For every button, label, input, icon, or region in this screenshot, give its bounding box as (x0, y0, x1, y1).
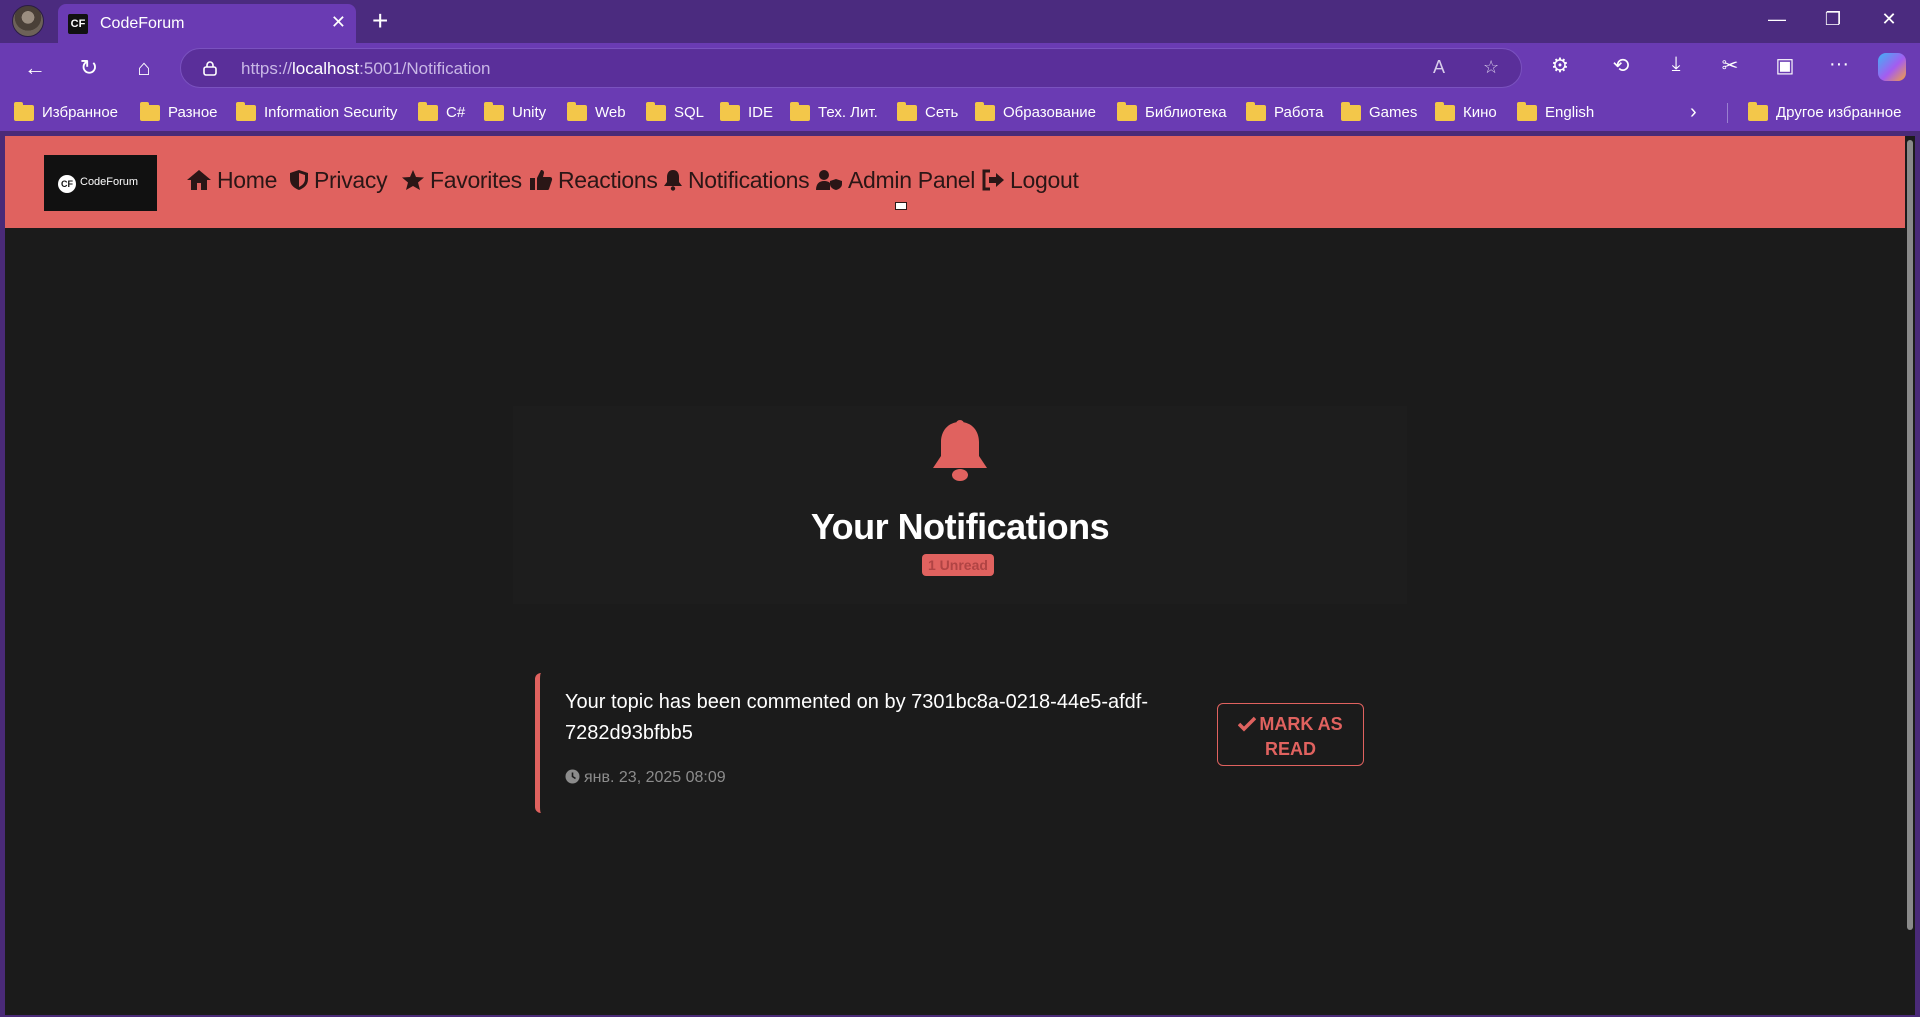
folder-icon (1341, 102, 1361, 121)
more-menu-icon[interactable]: ··· (1824, 53, 1854, 76)
folder-icon (1517, 102, 1537, 121)
refresh-icon[interactable]: ↻ (73, 53, 105, 83)
nav-reactions[interactable]: Reactions (529, 163, 658, 197)
minimize-icon[interactable]: — (1762, 9, 1792, 30)
folder-icon (418, 102, 438, 121)
bookmark-folder[interactable]: Кино (1435, 102, 1497, 123)
check-icon (1238, 716, 1257, 732)
folder-icon (897, 102, 917, 121)
copilot-icon[interactable] (1878, 53, 1906, 81)
tab-title: CodeForum (100, 15, 185, 32)
nav-logout[interactable]: Logout (981, 163, 1079, 197)
folder-icon (484, 102, 504, 121)
other-bookmarks-folder[interactable]: Другое избранное (1748, 102, 1901, 123)
mark-as-read-button[interactable]: MARK AS READ (1217, 703, 1364, 766)
nav-home[interactable]: Home (186, 163, 277, 197)
bookmark-folder[interactable]: Разное (140, 102, 218, 123)
bell-icon (933, 420, 987, 481)
nav-notifications[interactable]: Notifications (663, 163, 810, 197)
site-logo[interactable]: CF CodeForum (44, 155, 157, 211)
bookmark-folder[interactable]: Избранное (14, 102, 118, 123)
nav-privacy[interactable]: Privacy (289, 163, 388, 197)
nav-favorites[interactable]: Favorites (401, 163, 522, 197)
shield-icon (290, 170, 308, 190)
page-scrollbar[interactable] (1905, 136, 1915, 1015)
folder-icon (236, 102, 256, 121)
bookmark-folder[interactable]: Работа (1246, 102, 1324, 123)
mail-icon (895, 202, 907, 210)
favorite-star-icon[interactable]: ☆ (1483, 57, 1499, 78)
folder-icon (567, 102, 587, 121)
notification-item: Your topic has been commented on by 7301… (535, 673, 1365, 813)
url-text: https://localhost:5001/Notification (241, 59, 491, 78)
bookmark-folder[interactable]: C# (418, 102, 465, 123)
bookmark-folder[interactable]: Сеть (897, 102, 958, 123)
clock-icon (565, 769, 580, 784)
browser-tab-strip: CF CodeForum ✕ + — ❐ ✕ (0, 0, 1920, 43)
page-title: Your Notifications (810, 506, 1110, 547)
tab-close-icon[interactable]: ✕ (331, 12, 346, 32)
scrollbar-thumb[interactable] (1907, 140, 1913, 930)
folder-icon (1246, 102, 1266, 121)
bookmark-folder[interactable]: English (1517, 102, 1594, 123)
folder-icon (646, 102, 666, 121)
user-shield-icon (816, 170, 842, 190)
bell-icon (664, 170, 682, 191)
notification-message: Your topic has been commented on by 7301… (565, 691, 1148, 744)
extensions-icon[interactable]: ⚙ (1545, 53, 1575, 78)
chevron-right-icon[interactable]: › (1690, 101, 1697, 124)
back-icon[interactable]: ← (19, 53, 51, 83)
bookmark-folder[interactable]: Web (567, 102, 626, 123)
history-icon[interactable]: ⟲ (1606, 53, 1636, 78)
profile-avatar[interactable] (12, 5, 44, 37)
site-header: CF CodeForum Home Privacy Favorites Reac… (5, 136, 1905, 228)
downloads-icon[interactable]: ⤓ (1661, 53, 1691, 76)
bookmark-folder[interactable]: SQL (646, 102, 704, 123)
browser-tab[interactable]: CF CodeForum ✕ (58, 4, 356, 43)
bookmarks-divider (1727, 103, 1728, 123)
home-icon[interactable]: ⌂ (128, 53, 160, 83)
logo-text: CodeForum (80, 176, 139, 188)
logo-mark: CF (58, 175, 76, 193)
address-bar[interactable]: https://localhost:5001/Notification A ☆ (180, 48, 1522, 88)
bookmark-folder[interactable]: Библиотека (1117, 102, 1227, 123)
read-aloud-icon[interactable]: A (1433, 57, 1445, 78)
screenshot-icon[interactable]: ✂ (1715, 53, 1745, 78)
bookmark-folder[interactable]: Information Security (236, 102, 397, 123)
notifications-header: Your Notifications 1 Unread (513, 406, 1407, 604)
tab-favicon-icon: CF (68, 14, 88, 34)
folder-icon (1748, 102, 1768, 121)
bookmark-folder[interactable]: Тех. Лит. (790, 102, 878, 123)
folder-icon (975, 102, 995, 121)
page-viewport: CF CodeForum Home Privacy Favorites Reac… (5, 136, 1915, 1015)
folder-icon (720, 102, 740, 121)
home-icon (187, 170, 211, 190)
browser-toolbar: ← ↻ ⌂ https://localhost:5001/Notificatio… (0, 43, 1920, 93)
folder-icon (140, 102, 160, 121)
folder-icon (14, 102, 34, 121)
bookmark-folder[interactable]: IDE (720, 102, 773, 123)
star-icon (402, 170, 424, 190)
bookmark-folder[interactable]: Games (1341, 102, 1417, 123)
collections-icon[interactable]: ▣ (1770, 53, 1800, 78)
notification-timestamp: янв. 23, 2025 08:09 (565, 769, 726, 787)
lock-icon (203, 61, 217, 76)
folder-icon (1117, 102, 1137, 121)
folder-icon (1435, 102, 1455, 121)
unread-badge: 1 Unread (922, 554, 994, 576)
sign-out-icon (982, 169, 1004, 191)
nav-admin-panel[interactable]: Admin Panel (815, 163, 975, 197)
bookmarks-bar: Избранное Разное Information Security C#… (0, 93, 1920, 131)
restore-icon[interactable]: ❐ (1818, 9, 1848, 30)
thumbs-up-icon (530, 170, 553, 190)
new-tab-button[interactable]: + (372, 6, 388, 36)
bookmark-folder[interactable]: Unity (484, 102, 546, 123)
window-close-icon[interactable]: ✕ (1874, 9, 1904, 30)
folder-icon (790, 102, 810, 121)
bookmark-folder[interactable]: Образование (975, 102, 1096, 123)
